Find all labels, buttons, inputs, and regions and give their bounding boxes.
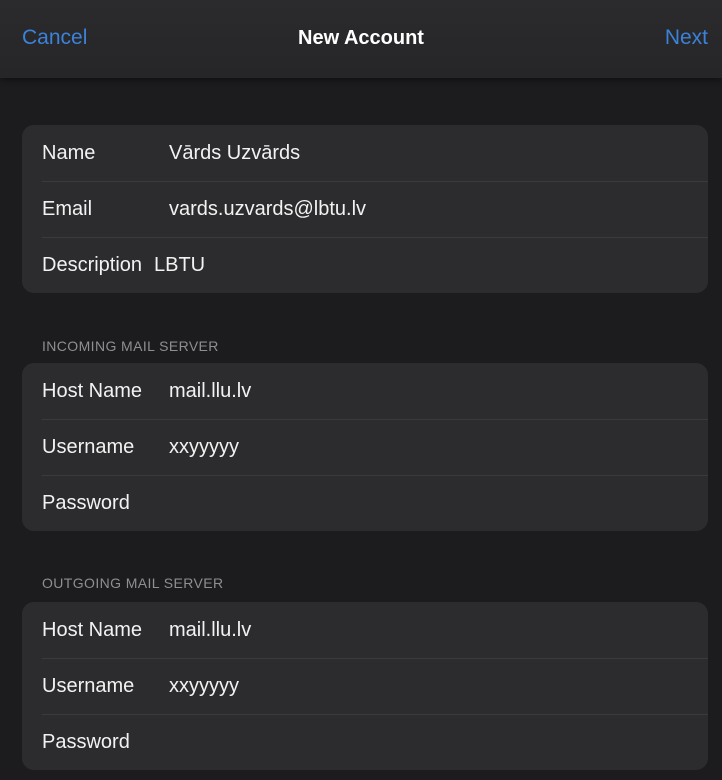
outgoing-username-label: Username [42, 675, 135, 697]
email-field[interactable]: vards.uzvards@lbtu.lv [169, 198, 366, 221]
email-row[interactable]: Email vards.uzvards@lbtu.lv [22, 181, 708, 237]
outgoing-section-header: OUTGOING MAIL SERVER [42, 575, 224, 591]
outgoing-server-group: Host Name mail.llu.lv Username xxyyyyy P… [22, 602, 708, 770]
incoming-host-label: Host Name [42, 380, 143, 402]
name-row[interactable]: Name Vārds Uzvārds [22, 125, 708, 181]
incoming-section-header: INCOMING MAIL SERVER [42, 338, 219, 354]
outgoing-password-label: Password [42, 731, 130, 753]
description-row[interactable]: Description LBTU [22, 237, 708, 293]
description-field[interactable]: LBTU [154, 254, 205, 277]
incoming-server-group: Host Name mail.llu.lv Username xxyyyyy P… [22, 363, 708, 531]
incoming-username-row[interactable]: Username xxyyyyy [22, 419, 708, 475]
page-title: New Account [298, 27, 424, 49]
next-button[interactable]: Next [665, 26, 708, 50]
email-label: Email [42, 198, 93, 220]
outgoing-host-label: Host Name [42, 619, 143, 641]
description-label: Description [42, 254, 143, 276]
account-group: Name Vārds Uzvārds Email vards.uzvards@l… [22, 125, 708, 293]
name-label: Name [42, 142, 96, 164]
incoming-username-label: Username [42, 436, 135, 458]
incoming-host-field[interactable]: mail.llu.lv [169, 380, 251, 403]
incoming-password-row[interactable]: Password [22, 475, 708, 531]
outgoing-username-field[interactable]: xxyyyyy [169, 675, 239, 698]
outgoing-host-field[interactable]: mail.llu.lv [169, 619, 251, 642]
navigation-bar: Cancel New Account Next [0, 0, 722, 78]
name-field[interactable]: Vārds Uzvārds [169, 142, 300, 165]
outgoing-password-row[interactable]: Password [22, 714, 708, 770]
outgoing-username-row[interactable]: Username xxyyyyy [22, 658, 708, 714]
outgoing-host-row[interactable]: Host Name mail.llu.lv [22, 602, 708, 658]
incoming-host-row[interactable]: Host Name mail.llu.lv [22, 363, 708, 419]
incoming-password-label: Password [42, 492, 130, 514]
incoming-username-field[interactable]: xxyyyyy [169, 436, 239, 459]
